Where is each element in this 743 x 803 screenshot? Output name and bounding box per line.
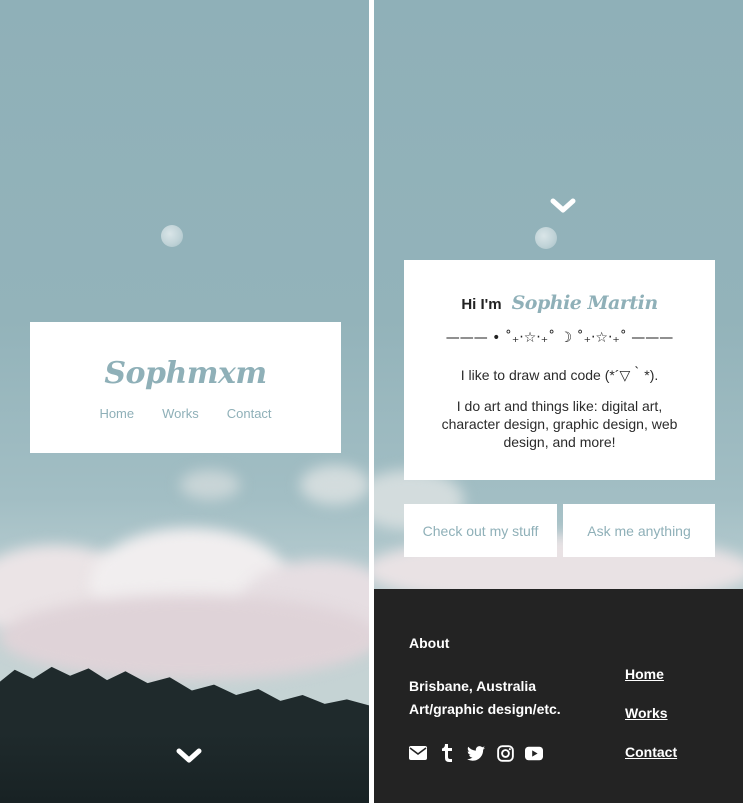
greeting-row: Hi I'm Sophie Martin [404, 292, 715, 314]
nav-link-works[interactable]: Works [162, 406, 199, 421]
cloud [300, 465, 369, 505]
moon [161, 225, 183, 247]
description: I do art and things like: digital art, c… [441, 398, 678, 450]
check-out-stuff-button[interactable]: Check out my stuff [404, 504, 557, 557]
youtube-icon[interactable] [525, 744, 543, 762]
footer-link-works[interactable]: Works [625, 705, 668, 721]
tumblr-icon[interactable] [438, 744, 456, 762]
hero-panel: Sophmxm Home Works Contact [0, 0, 369, 803]
about-card: Hi I'm Sophie Martin ——— • ˚₊‧☆‧₊˚ ☽ ˚₊‧… [404, 260, 715, 480]
cloud [0, 595, 369, 680]
moon [535, 227, 557, 249]
scroll-down-icon[interactable] [549, 197, 577, 215]
twitter-icon[interactable] [467, 744, 485, 762]
site-logo[interactable]: Sophmxm [30, 356, 341, 391]
footer: About Brisbane, Australia Art/graphic de… [374, 589, 743, 803]
ask-me-anything-button[interactable]: Ask me anything [563, 504, 715, 557]
scroll-down-icon[interactable] [175, 747, 203, 765]
instagram-icon[interactable] [496, 744, 514, 762]
footer-link-contact[interactable]: Contact [625, 744, 677, 760]
decorative-divider: ——— • ˚₊‧☆‧₊˚ ☽ ˚₊‧☆‧₊˚ ——— [445, 330, 674, 346]
main-nav: Home Works Contact [30, 406, 341, 421]
nav-link-home[interactable]: Home [99, 406, 134, 421]
intro-card: Sophmxm Home Works Contact [30, 322, 341, 453]
tagline: I like to draw and code (*´▽｀*). [460, 367, 659, 383]
nav-link-contact[interactable]: Contact [227, 406, 272, 421]
footer-location: Brisbane, Australia [409, 678, 537, 694]
envelope-icon[interactable] [409, 744, 427, 762]
about-panel: Hi I'm Sophie Martin ——— • ˚₊‧☆‧₊˚ ☽ ˚₊‧… [374, 0, 743, 803]
greeting-text: Hi I'm [461, 296, 502, 313]
footer-field: Art/graphic design/etc. [409, 701, 561, 717]
cloud [180, 470, 240, 500]
forest-shade [0, 733, 369, 803]
author-name: Sophie Martin [511, 292, 659, 314]
social-links [409, 744, 543, 762]
footer-link-home[interactable]: Home [625, 666, 664, 682]
footer-heading: About [409, 635, 450, 651]
